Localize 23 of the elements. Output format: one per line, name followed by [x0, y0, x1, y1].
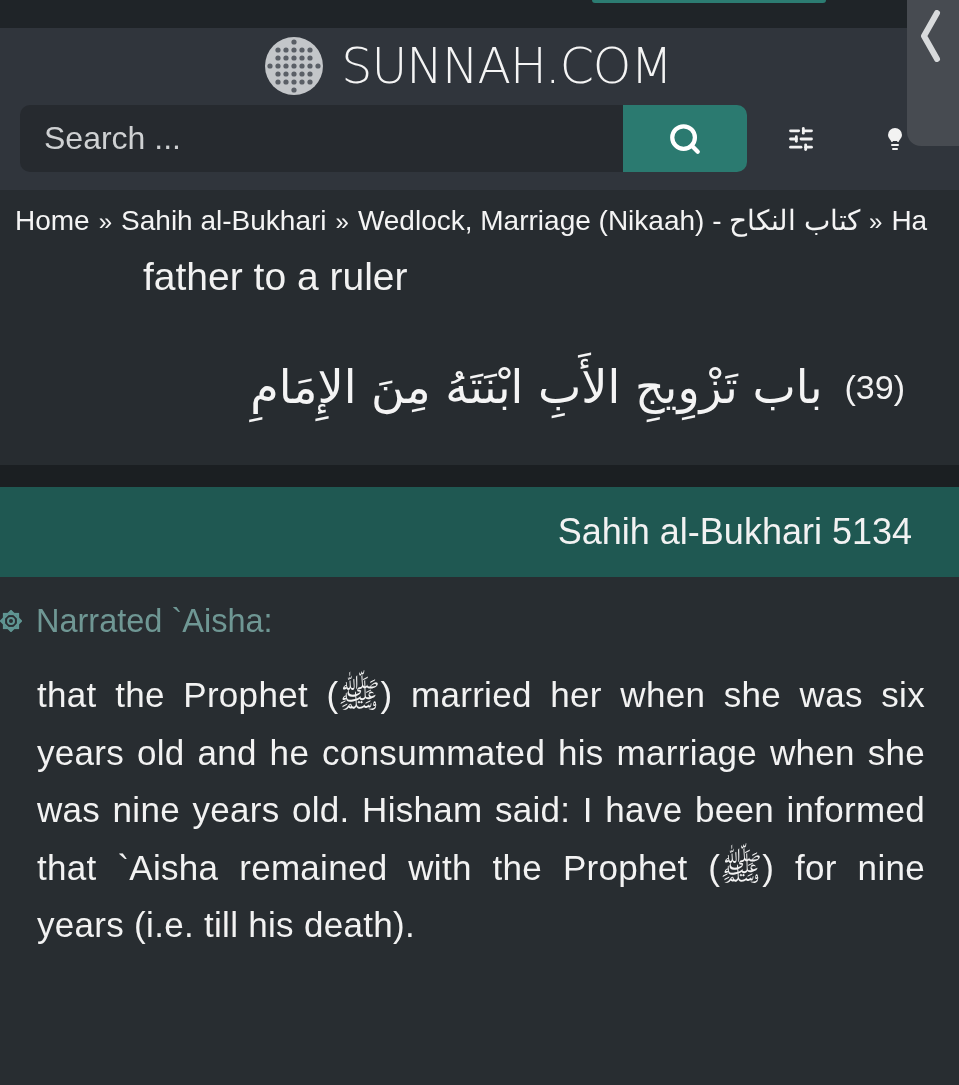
logo-icon	[265, 37, 324, 95]
breadcrumb-link[interactable]: Ha	[891, 202, 928, 240]
chapter-arabic-title: باب تَزْوِيجِ الأَبِ ابْنَتَهُ مِنَ الإِمَامِ	[250, 349, 823, 425]
chapter-title: father to a ruler	[143, 255, 409, 299]
narrator: Narrated `Aisha:	[36, 602, 273, 640]
breadcrumb-link[interactable]: Home	[15, 202, 90, 240]
hadith-text: that the Prophet (ﷺ) married her when she was six years old and he consummated his marriage when she was nine years old. Hisham said: I have been informed that `Aisha remained with the Prophet (ﷺ) for nine years (i.e. till his death).	[37, 666, 925, 954]
breadcrumb-link[interactable]: Sahih al-Bukhari	[121, 202, 327, 240]
breadcrumb-separator: »	[335, 207, 349, 237]
breadcrumb-separator: »	[98, 207, 113, 237]
search-button[interactable]	[623, 105, 747, 172]
chapter-number: (39)	[844, 367, 905, 407]
breadcrumb-link[interactable]: Wedlock, Marriage (Nikaah) - كتاب النكاح	[357, 202, 861, 240]
side-panel-tab[interactable]	[907, 0, 959, 146]
settings-button[interactable]	[787, 124, 815, 153]
chevron-left-icon	[919, 10, 941, 62]
search-field[interactable]: Search ...	[20, 105, 623, 172]
site-logo[interactable]: SUNNAH.COM	[341, 41, 672, 91]
search-icon	[668, 121, 702, 156]
hadith-reference[interactable]: Sahih al-Bukhari 5134	[557, 511, 912, 553]
settings-icon	[787, 124, 815, 153]
ornament-icon	[0, 610, 22, 632]
breadcrumb-separator: »	[869, 207, 883, 237]
